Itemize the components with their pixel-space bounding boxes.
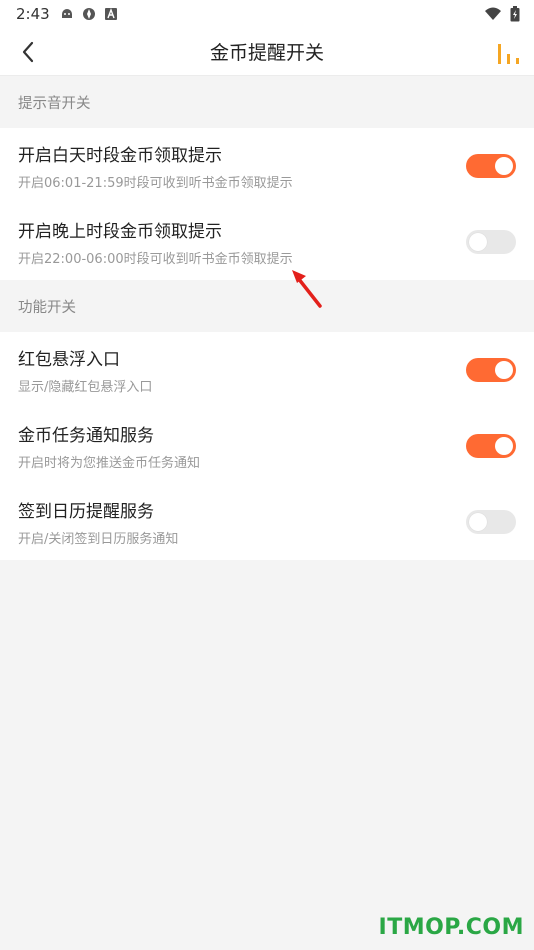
list-item-redpacket-entry: 红包悬浮入口 显示/隐藏红包悬浮入口 [0,332,534,408]
toggle-knob [495,361,513,379]
stats-button[interactable] [494,38,522,66]
wifi-icon [485,7,501,20]
red-arrow-icon [292,270,322,308]
row-text: 开启白天时段金币领取提示 开启06:01-21:59时段可收到听书金币领取提示 [18,141,293,191]
app-bar: 金币提醒开关 [0,28,534,76]
row-subtitle: 开启/关闭签到日历服务通知 [18,532,179,547]
page-title: 金币提醒开关 [209,42,324,64]
watermark: ITMOP.COM [378,915,524,940]
day-reminder-toggle[interactable] [466,154,516,178]
row-title: 开启晚上时段金币领取提示 [18,222,222,242]
night-reminder-toggle[interactable] [466,230,516,254]
toggle-knob [495,437,513,455]
section-header-features: 功能开关 [0,280,534,332]
row-text: 红包悬浮入口 显示/隐藏红包悬浮入口 [18,345,152,395]
row-subtitle: 开启22:00-06:00时段可收到听书金币领取提示 [18,252,293,267]
toggle-knob [469,233,487,251]
row-subtitle: 开启06:01-21:59时段可收到听书金币领取提示 [18,176,293,191]
row-text: 签到日历提醒服务 开启/关闭签到日历服务通知 [18,497,178,547]
back-button[interactable] [12,36,44,68]
status-bar: 2:43 [0,0,534,28]
status-right [484,6,520,22]
redpacket-entry-toggle[interactable] [466,358,516,382]
list-item-night-reminder: 开启晚上时段金币领取提示 开启22:00-06:00时段可收到听书金币领取提示 [0,204,534,280]
status-time: 2:43 [16,5,50,23]
a-letter-icon [104,8,117,20]
row-subtitle: 开启时将为您推送金币任务通知 [18,456,201,471]
section-header-sound: 提示音开关 [0,76,534,128]
list-item-checkin-calendar: 签到日历提醒服务 开启/关闭签到日历服务通知 [0,484,534,560]
gear-app-icon [82,8,95,20]
toggle-knob [495,157,513,175]
chevron-left-icon [22,41,34,63]
battery-icon [510,6,520,22]
bar-chart-icon [498,44,519,64]
section-card-features: 红包悬浮入口 显示/隐藏红包悬浮入口 金币任务通知服务 开启时将为您推送金币任务… [0,332,534,560]
row-text: 金币任务通知服务 开启时将为您推送金币任务通知 [18,421,200,471]
list-item-day-reminder: 开启白天时段金币领取提示 开启06:01-21:59时段可收到听书金币领取提示 [0,128,534,204]
row-subtitle: 显示/隐藏红包悬浮入口 [18,380,153,395]
checkin-calendar-toggle[interactable] [466,510,516,534]
row-title: 开启白天时段金币领取提示 [18,146,222,166]
android-debug-icon [61,9,72,18]
toggle-knob [469,513,487,531]
list-item-task-notify: 金币任务通知服务 开启时将为您推送金币任务通知 [0,408,534,484]
row-title: 签到日历提醒服务 [18,502,154,522]
row-text: 开启晚上时段金币领取提示 开启22:00-06:00时段可收到听书金币领取提示 [18,217,293,267]
status-icons [60,7,118,21]
row-title: 红包悬浮入口 [18,350,120,370]
row-title: 金币任务通知服务 [18,426,154,446]
task-notify-toggle[interactable] [466,434,516,458]
section-card-sound: 开启白天时段金币领取提示 开启06:01-21:59时段可收到听书金币领取提示 … [0,128,534,280]
status-left: 2:43 [16,5,118,23]
